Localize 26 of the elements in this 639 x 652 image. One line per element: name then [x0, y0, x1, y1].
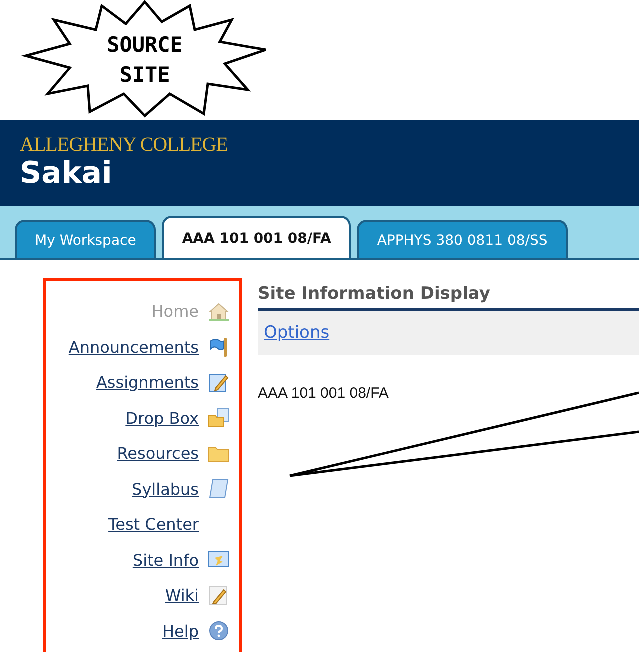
tool-menu-link[interactable]: Assignments [96, 373, 199, 392]
scroll-icon [209, 478, 229, 500]
pencil-icon [209, 586, 229, 606]
house-icon [208, 302, 230, 322]
pencil-page-icon [209, 372, 229, 392]
screen-icon [208, 550, 230, 570]
tool-menu-link[interactable]: Announcements [68, 338, 199, 356]
tool-menu-link[interactable]: Help [162, 622, 199, 640]
callout-text: SOURCE SITE [106, 32, 184, 89]
tool-menu-link[interactable]: Wiki [165, 586, 199, 605]
folder-document-icon [208, 408, 230, 428]
site-tab[interactable]: AAA 101 001 08/FA [162, 216, 352, 258]
site-name: AAA 101 001 08/FA [258, 385, 390, 402]
product-name: Sakai [20, 156, 114, 192]
tool-menu-link[interactable]: Resources [117, 444, 199, 463]
tool-menu-link[interactable]: Test Center [108, 515, 199, 534]
help-icon [209, 621, 229, 641]
options-link[interactable]: Options [264, 323, 330, 343]
site-tab[interactable]: APPHYS 380 0811 08/SS [357, 220, 568, 258]
folder-icon [208, 444, 230, 462]
flag-icon [209, 336, 229, 358]
tool-menu-link[interactable]: Drop Box [126, 408, 199, 428]
college-logo: ALLEGHENY COLLEGE [20, 134, 229, 156]
site-tab[interactable]: My Workspace [15, 220, 156, 258]
tool-menu-link[interactable]: Site Info [132, 550, 199, 570]
tool-menu-link[interactable]: Syllabus [132, 480, 199, 498]
